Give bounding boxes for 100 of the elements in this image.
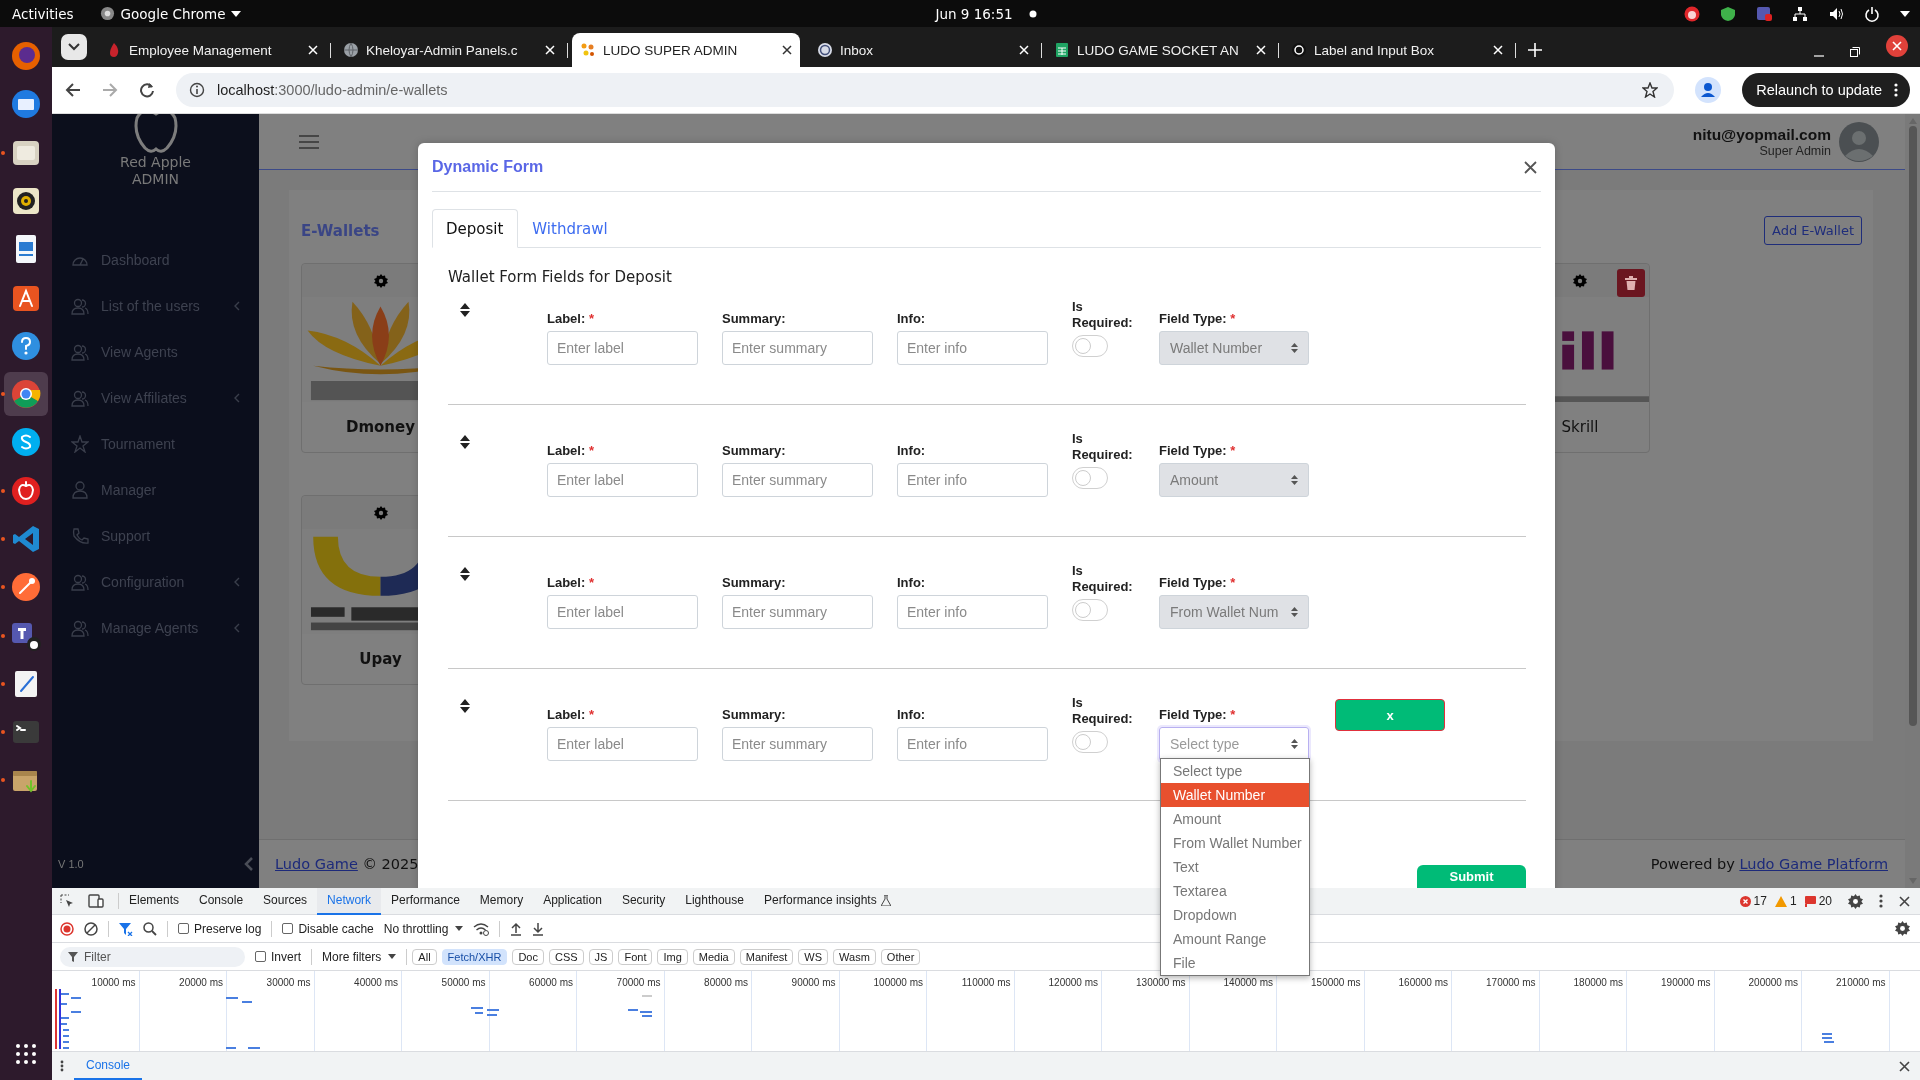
dropdown-option[interactable]: From Wallet Number bbox=[1161, 831, 1309, 855]
dropdown-option[interactable]: Dropdown bbox=[1161, 903, 1309, 927]
settings-icon[interactable] bbox=[1848, 893, 1863, 909]
clock[interactable]: Jun 9 16:51 bbox=[935, 5, 1013, 22]
filter-icon[interactable] bbox=[119, 921, 133, 936]
invert-checkbox[interactable]: Invert bbox=[255, 949, 301, 964]
record-icon[interactable] bbox=[60, 921, 74, 936]
toggle-switch[interactable] bbox=[1072, 731, 1108, 753]
profile-icon[interactable] bbox=[1695, 77, 1722, 103]
dropdown-option[interactable]: Textarea bbox=[1161, 879, 1309, 903]
preserve-log-checkbox[interactable]: Preserve log bbox=[178, 921, 262, 936]
apple-icon[interactable] bbox=[1684, 5, 1700, 22]
caret-icon bbox=[231, 10, 242, 17]
sort-arrows-icon bbox=[1291, 607, 1298, 617]
modal-title: Dynamic Form bbox=[432, 158, 544, 176]
device-toolbar-icon[interactable] bbox=[88, 894, 104, 908]
network-icon[interactable] bbox=[1792, 5, 1808, 22]
disable-cache-checkbox[interactable]: Disable cache bbox=[282, 921, 374, 936]
close-icon[interactable] bbox=[1886, 35, 1908, 57]
dropdown-option[interactable]: Amount bbox=[1161, 807, 1309, 831]
devtools-tab[interactable]: Elements bbox=[119, 887, 190, 915]
team-app-icon[interactable] bbox=[1756, 5, 1772, 22]
settings-icon[interactable] bbox=[373, 505, 388, 520]
browser-tab[interactable]: LUDO SUPER ADMIN bbox=[572, 33, 800, 67]
tab-search-button[interactable] bbox=[61, 34, 87, 60]
address-bar[interactable]: localhost:3000/ludo-admin/e-wallets bbox=[176, 73, 1675, 107]
type-filter-chip[interactable]: WS bbox=[798, 948, 829, 965]
devtools-tab[interactable]: Security bbox=[611, 887, 676, 915]
throttling-dropdown[interactable]: No throttling bbox=[383, 921, 464, 936]
sort-icon[interactable] bbox=[460, 699, 470, 713]
app-grid-icon[interactable] bbox=[15, 1043, 37, 1065]
more-filters-dropdown[interactable]: More filters bbox=[322, 949, 397, 964]
back-icon[interactable] bbox=[65, 82, 81, 98]
type-filter-chip[interactable]: Wasm bbox=[833, 948, 876, 965]
notification-dot-icon bbox=[1028, 9, 1037, 18]
new-tab-icon[interactable] bbox=[1528, 43, 1542, 57]
type-filter-chip[interactable]: Other bbox=[880, 948, 921, 965]
devtools-tab[interactable]: Performance insights bbox=[753, 887, 901, 915]
power-icon[interactable] bbox=[1864, 5, 1880, 22]
devtools-tab[interactable]: Application bbox=[533, 887, 612, 915]
error-count[interactable]: 17 bbox=[1739, 894, 1767, 908]
close-icon[interactable] bbox=[1524, 160, 1537, 174]
type-filter-chip[interactable]: Font bbox=[618, 948, 653, 965]
bookmark-star-icon[interactable] bbox=[1642, 82, 1659, 98]
type-filter-chip[interactable]: Manifest bbox=[739, 948, 794, 965]
caret-icon[interactable] bbox=[1900, 10, 1910, 17]
type-filter-chip[interactable]: All bbox=[412, 948, 437, 965]
devtools-tab[interactable]: Performance bbox=[381, 887, 470, 915]
close-icon[interactable] bbox=[782, 45, 792, 55]
time-tick-label: 120000 ms bbox=[1048, 977, 1098, 989]
more-icon[interactable] bbox=[60, 1060, 64, 1072]
type-filter-chip[interactable]: Doc bbox=[512, 948, 544, 965]
tab[interactable]: Deposit bbox=[432, 209, 519, 248]
close-icon[interactable] bbox=[1899, 1060, 1910, 1072]
type-filter-chip[interactable]: CSS bbox=[548, 948, 584, 965]
input-field[interactable]: Enter info bbox=[897, 727, 1048, 761]
devtools-tab[interactable]: Sources bbox=[253, 887, 318, 915]
relaunch-button[interactable]: Relaunch to update bbox=[1742, 73, 1910, 107]
clear-icon[interactable] bbox=[84, 921, 98, 936]
input-field[interactable]: Enter summary bbox=[722, 727, 873, 761]
filter-input[interactable]: Filter bbox=[84, 949, 224, 964]
input-field[interactable]: Enter label bbox=[547, 727, 698, 761]
time-tick-label: 40000 ms bbox=[354, 977, 398, 989]
inspect-icon[interactable] bbox=[60, 894, 74, 908]
settings-icon[interactable] bbox=[1573, 273, 1587, 288]
type-filter-chip[interactable]: Img bbox=[657, 948, 688, 965]
devtools-tab[interactable]: Network bbox=[317, 887, 382, 915]
shield-icon[interactable] bbox=[1720, 5, 1736, 22]
network-conditions-icon[interactable] bbox=[473, 921, 490, 936]
dropdown-option[interactable]: Select type bbox=[1161, 759, 1309, 783]
drawer-tab[interactable]: Console bbox=[74, 1052, 143, 1080]
info-icon[interactable] bbox=[189, 82, 205, 98]
dropdown-option[interactable]: File bbox=[1161, 951, 1309, 975]
issues-count[interactable]: 20 bbox=[1804, 894, 1832, 908]
app-menu[interactable]: Google Chrome bbox=[99, 5, 242, 22]
more-icon[interactable] bbox=[1879, 894, 1883, 908]
devtools-tab[interactable]: Console bbox=[189, 887, 254, 915]
devtools-tab[interactable]: Lighthouse bbox=[675, 887, 754, 915]
close-icon[interactable] bbox=[1899, 895, 1910, 907]
type-filter-chip[interactable]: Media bbox=[692, 948, 735, 965]
dropdown-option[interactable]: Amount Range bbox=[1161, 927, 1309, 951]
search-icon[interactable] bbox=[143, 921, 157, 936]
upload-icon[interactable] bbox=[510, 921, 523, 936]
dock-item[interactable] bbox=[4, 372, 48, 417]
devtools-tab[interactable]: Memory bbox=[469, 887, 534, 915]
dropdown-option[interactable]: Wallet Number bbox=[1161, 783, 1309, 807]
download-icon[interactable] bbox=[532, 921, 545, 936]
warning-count[interactable]: 1 bbox=[1774, 894, 1797, 908]
settings-icon[interactable] bbox=[1895, 921, 1910, 936]
restore-icon[interactable] bbox=[1850, 47, 1860, 57]
activities-button[interactable]: Activities bbox=[12, 5, 74, 22]
settings-icon[interactable] bbox=[373, 273, 388, 288]
delete-button[interactable] bbox=[1617, 269, 1645, 297]
type-filter-chip[interactable]: Fetch/XHR bbox=[441, 948, 508, 965]
type-filter-chip[interactable]: JS bbox=[588, 948, 614, 965]
tab[interactable]: Withdrawl bbox=[518, 209, 623, 248]
trash-icon bbox=[1625, 276, 1637, 290]
filter-field[interactable]: Filter bbox=[60, 946, 245, 967]
dropdown-option[interactable]: Text bbox=[1161, 855, 1309, 879]
reload-icon[interactable] bbox=[139, 82, 155, 98]
